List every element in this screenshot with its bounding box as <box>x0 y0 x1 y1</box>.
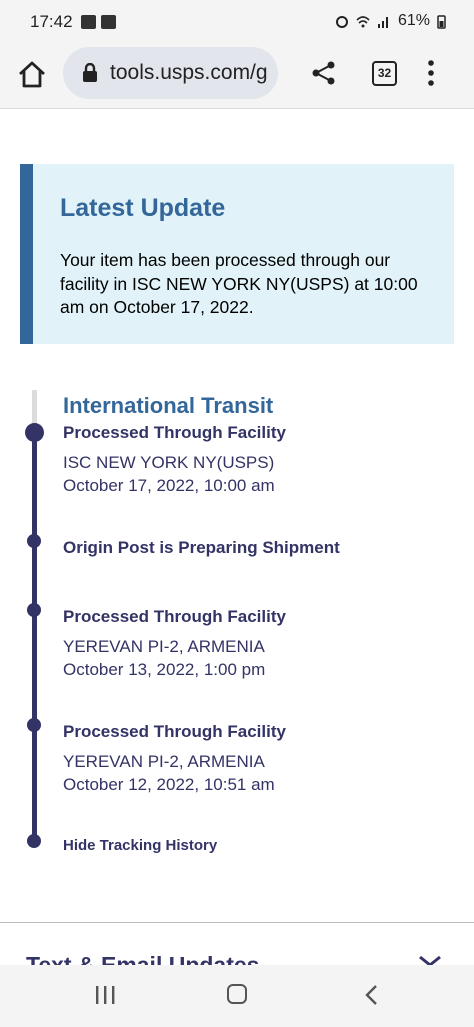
notification-icon <box>81 15 96 29</box>
event-title: Origin Post is Preparing Shipment <box>63 538 340 557</box>
event-datetime: October 13, 2022, 1:00 pm <box>63 660 266 679</box>
event-datetime: October 17, 2022, 10:00 am <box>63 476 275 495</box>
divider <box>0 922 474 923</box>
latest-update-heading: Latest Update <box>60 194 226 222</box>
signal-icon <box>377 17 388 28</box>
url-text: tools.usps.com/g <box>110 61 268 84</box>
timeline-dot <box>27 718 41 732</box>
status-bar: 17:42 61% <box>0 0 474 46</box>
wifi-icon <box>356 16 370 28</box>
status-time: 17:42 <box>30 12 73 31</box>
more-vert-icon[interactable] <box>428 60 434 86</box>
timeline-dot <box>27 834 41 848</box>
tab-switcher-icon[interactable]: 32 <box>372 61 397 86</box>
event-datetime: October 12, 2022, 10:51 am <box>63 775 275 794</box>
home-icon[interactable] <box>17 59 47 89</box>
battery-icon <box>437 14 446 29</box>
event-location: ISC NEW YORK NY(USPS) <box>63 453 275 472</box>
url-bar[interactable]: tools.usps.com/g <box>63 47 278 99</box>
nav-home-icon[interactable] <box>227 984 247 1004</box>
battery-percent: 61% <box>397 12 430 29</box>
nav-back-icon[interactable] <box>364 984 378 1006</box>
latest-update-box: Latest Update Your item has been process… <box>20 164 454 344</box>
android-nav-bar <box>0 965 474 1027</box>
recent-apps-icon[interactable] <box>94 985 116 1005</box>
alarm-icon <box>335 16 348 28</box>
latest-update-text: Your item has been processed through our… <box>60 250 418 317</box>
event-location: YEREVAN PI-2, ARMENIA <box>63 637 265 656</box>
timeline-line <box>32 430 37 842</box>
section-title: International Transit <box>63 393 274 418</box>
tab-count: 32 <box>377 66 392 80</box>
status-right: 61% <box>335 12 446 30</box>
share-icon[interactable] <box>311 60 337 86</box>
timeline-dot <box>25 423 44 442</box>
event-title: Processed Through Facility <box>63 722 286 741</box>
timeline-dot <box>27 603 41 617</box>
event-title: Processed Through Facility <box>63 423 286 442</box>
event-title: Processed Through Facility <box>63 607 286 626</box>
lock-icon <box>83 63 97 82</box>
notification-icon <box>101 15 116 29</box>
timeline-dot <box>27 534 41 548</box>
event-location: YEREVAN PI-2, ARMENIA <box>63 752 265 771</box>
browser-toolbar: tools.usps.com/g 32 <box>0 46 474 109</box>
hide-tracking-history-link[interactable]: Hide Tracking History <box>63 837 217 854</box>
